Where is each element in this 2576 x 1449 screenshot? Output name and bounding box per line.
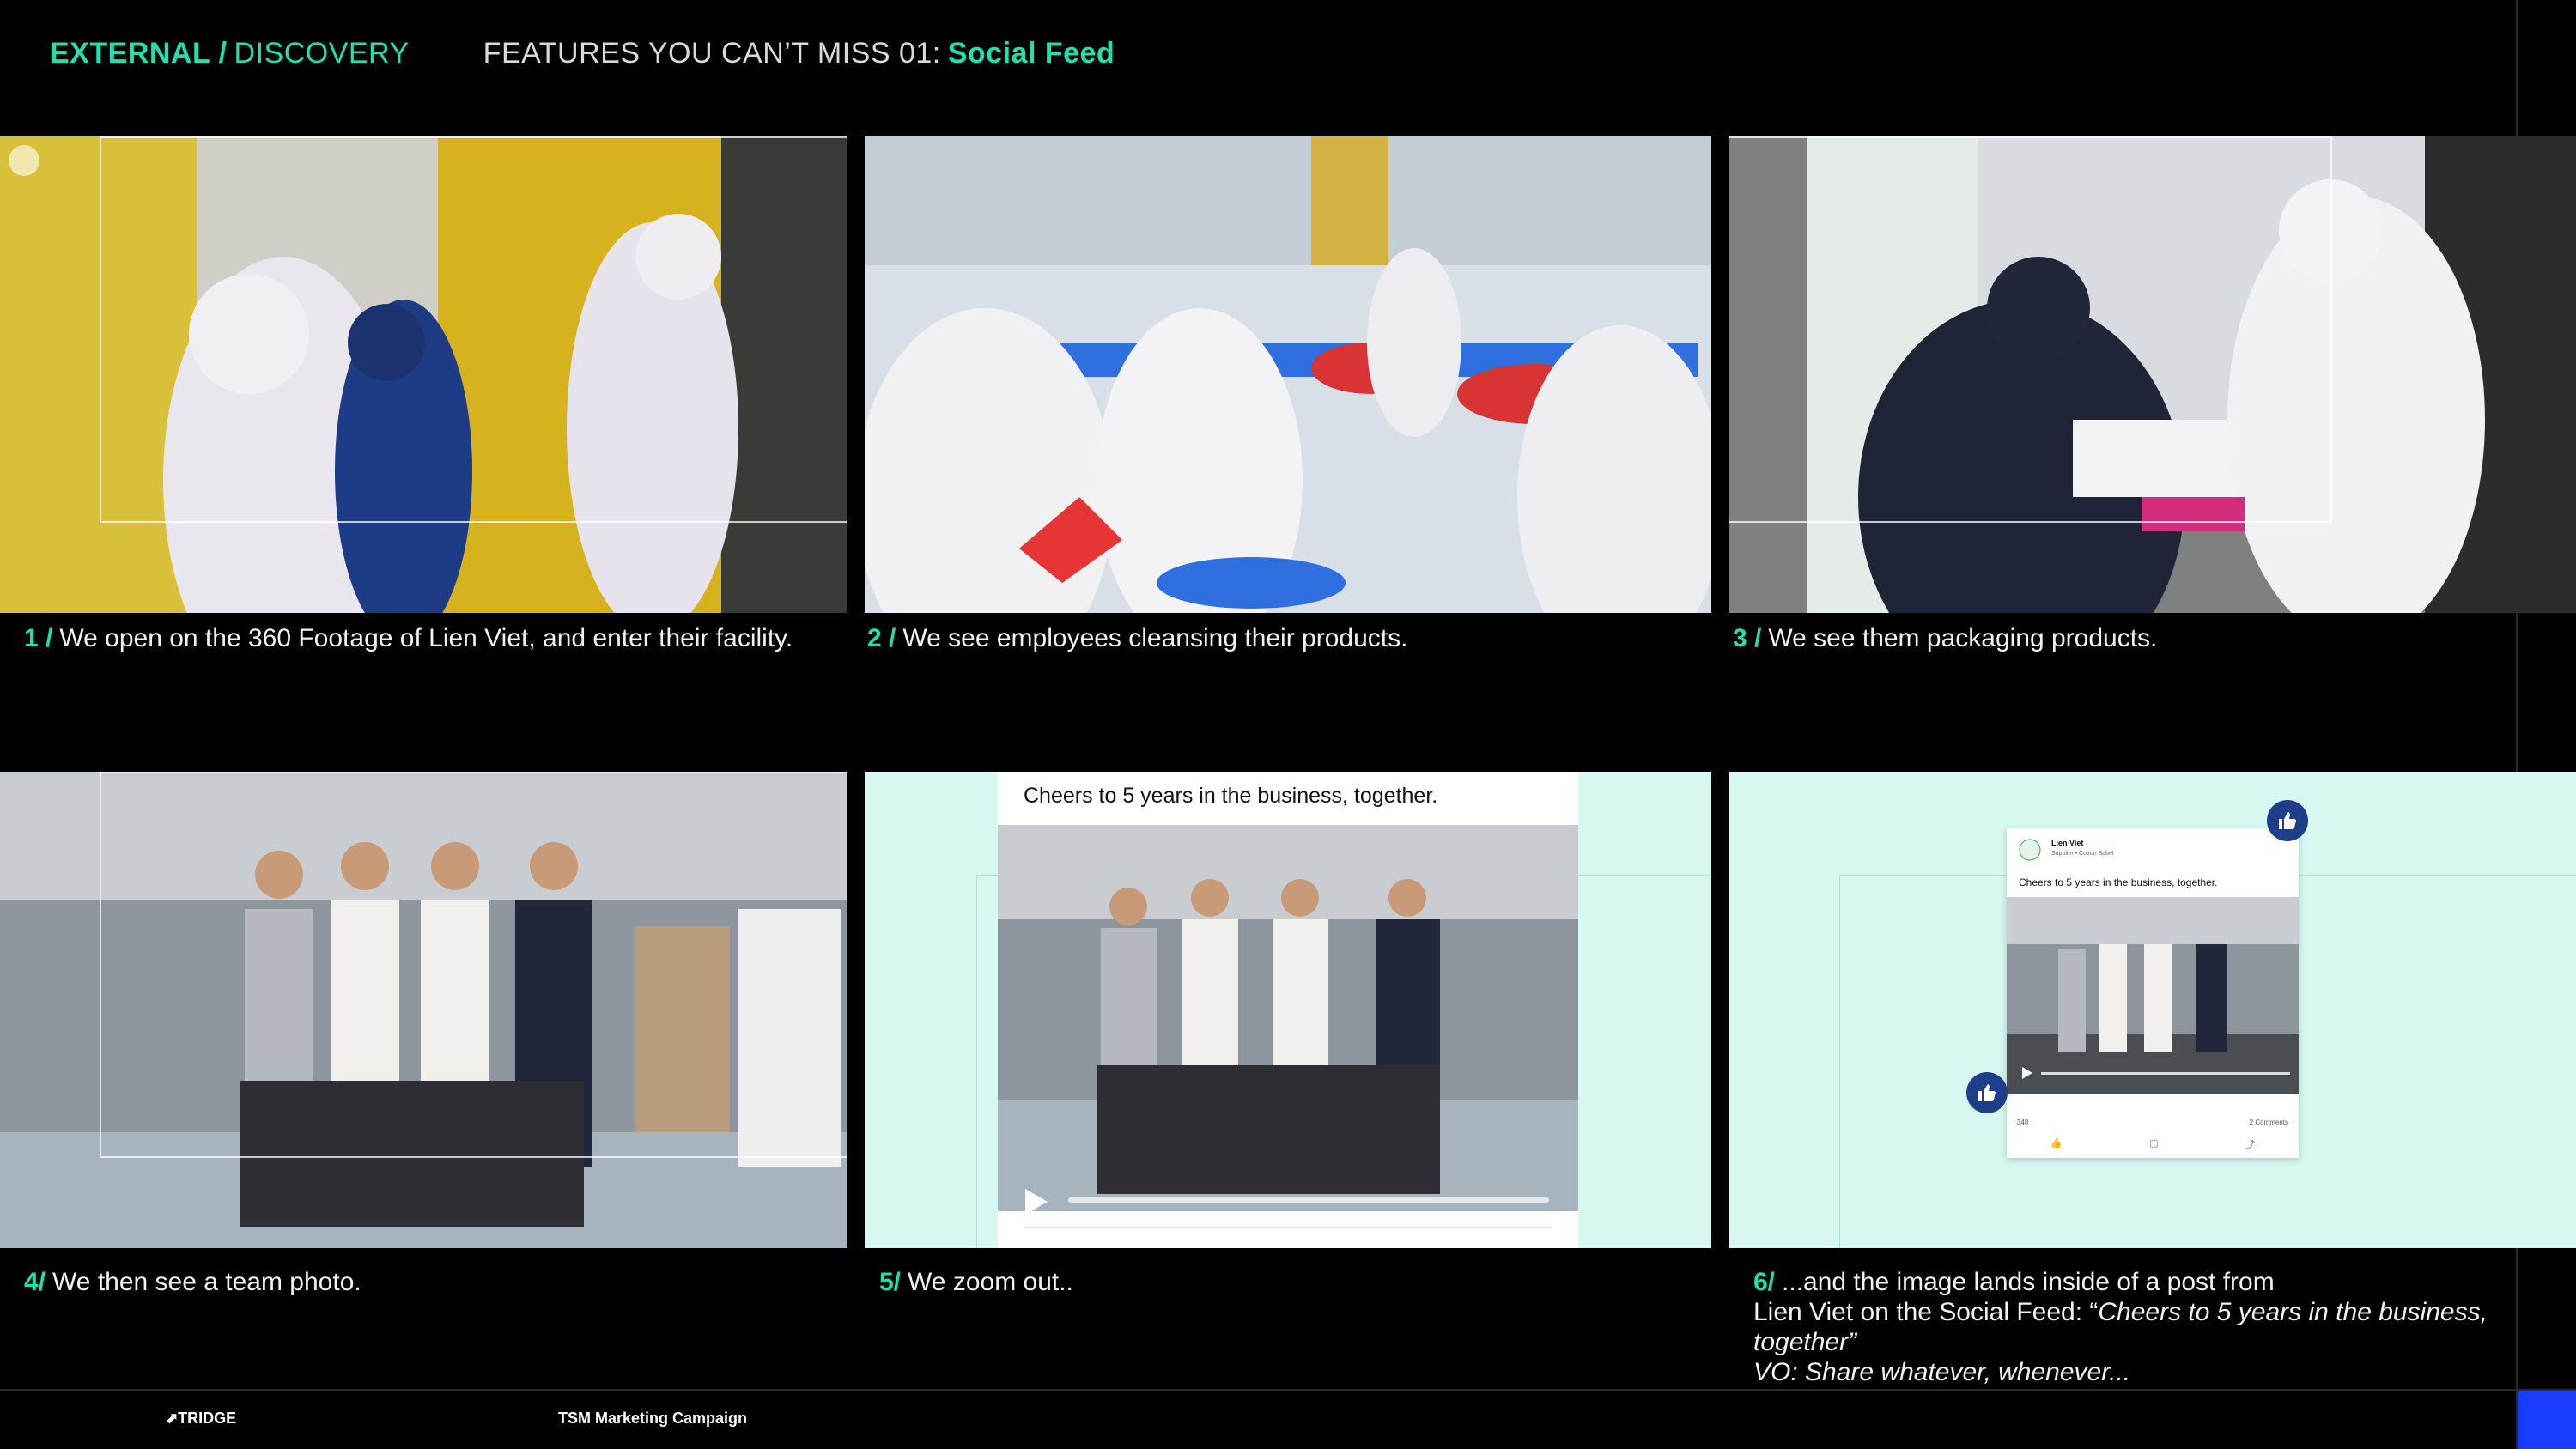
post-photo[interactable] (998, 825, 1578, 1211)
storyboard-frame-2 (865, 136, 1711, 613)
feature-prefix: FEATURES YOU CAN’T MISS 01: (483, 36, 941, 70)
share-action-icon[interactable]: ⤴ (2245, 1137, 2255, 1151)
author-avatar (2019, 839, 2041, 861)
page-header: EXTERNAL / DISCOVERY FEATURES YOU CAN’T … (50, 33, 1115, 74)
post-text: Cheers to 5 years in the business, toget… (1024, 784, 1438, 808)
cleansing-image (865, 136, 1711, 613)
social-post-card[interactable]: Cheers to 5 years in the business, toget… (998, 772, 1578, 1248)
viewport-guide (100, 772, 847, 1158)
thumbs-up-icon (2267, 800, 2308, 841)
viewport-guide (100, 136, 847, 523)
feature-name: Social Feed (947, 36, 1115, 70)
subsection-label: DISCOVERY (234, 36, 410, 70)
caption-5: 5/We zoom out.. (879, 1268, 1073, 1296)
storyboard-frame-6: Lien Viet Supplier • Cotton Babel Cheers… (1729, 772, 2576, 1248)
like-action-icon[interactable]: 👍 (2050, 1137, 2063, 1151)
storyboard-frame-4 (0, 772, 847, 1248)
post-author-subtitle: Supplier • Cotton Babel (2051, 851, 2114, 857)
tridge-arrow-icon: ⬈ (165, 1410, 179, 1427)
corner-block (2518, 1391, 2576, 1449)
post-actions: 👍 ▢ ⤴ (2007, 1137, 2299, 1151)
storyboard-frame-3 (1729, 136, 2576, 613)
comments-count[interactable]: 2 Comments (2250, 1119, 2288, 1126)
thumbs-up-icon (1966, 1072, 2008, 1113)
footer-divider (0, 1389, 2576, 1391)
post-author[interactable]: Lien Viet (2051, 839, 2083, 847)
caption-6: 6/...and the image lands inside of a pos… (1753, 1268, 2488, 1386)
storyboard-frame-1 (0, 136, 847, 613)
caption-4: 4/We then see a team photo. (24, 1268, 361, 1296)
social-feed-post[interactable]: Lien Viet Supplier • Cotton Babel Cheers… (2007, 828, 2299, 1158)
video-progress-bar[interactable] (1068, 1197, 1549, 1203)
post-photo[interactable] (2007, 897, 2299, 1094)
tridge-logo: ⬈TRIDGE (165, 1410, 237, 1427)
campaign-name: TSM Marketing Campaign (558, 1410, 748, 1427)
caption-1: 1 /We open on the 360 Footage of Lien Vi… (24, 624, 793, 652)
post-divider (1024, 1227, 1552, 1228)
post-text: Cheers to 5 years in the business, toget… (2019, 876, 2218, 888)
section-label: EXTERNAL / (50, 36, 228, 70)
storyboard-frame-5: Cheers to 5 years in the business, toget… (865, 772, 1711, 1248)
play-icon[interactable] (1024, 1187, 1049, 1216)
caption-2: 2 /We see employees cleansing their prod… (867, 624, 1408, 652)
viewport-guide (1729, 136, 2332, 523)
likes-count: 348 (2017, 1119, 2029, 1126)
comment-action-icon[interactable]: ▢ (2149, 1137, 2158, 1151)
caption-3: 3 /We see them packaging products. (1733, 624, 2158, 652)
